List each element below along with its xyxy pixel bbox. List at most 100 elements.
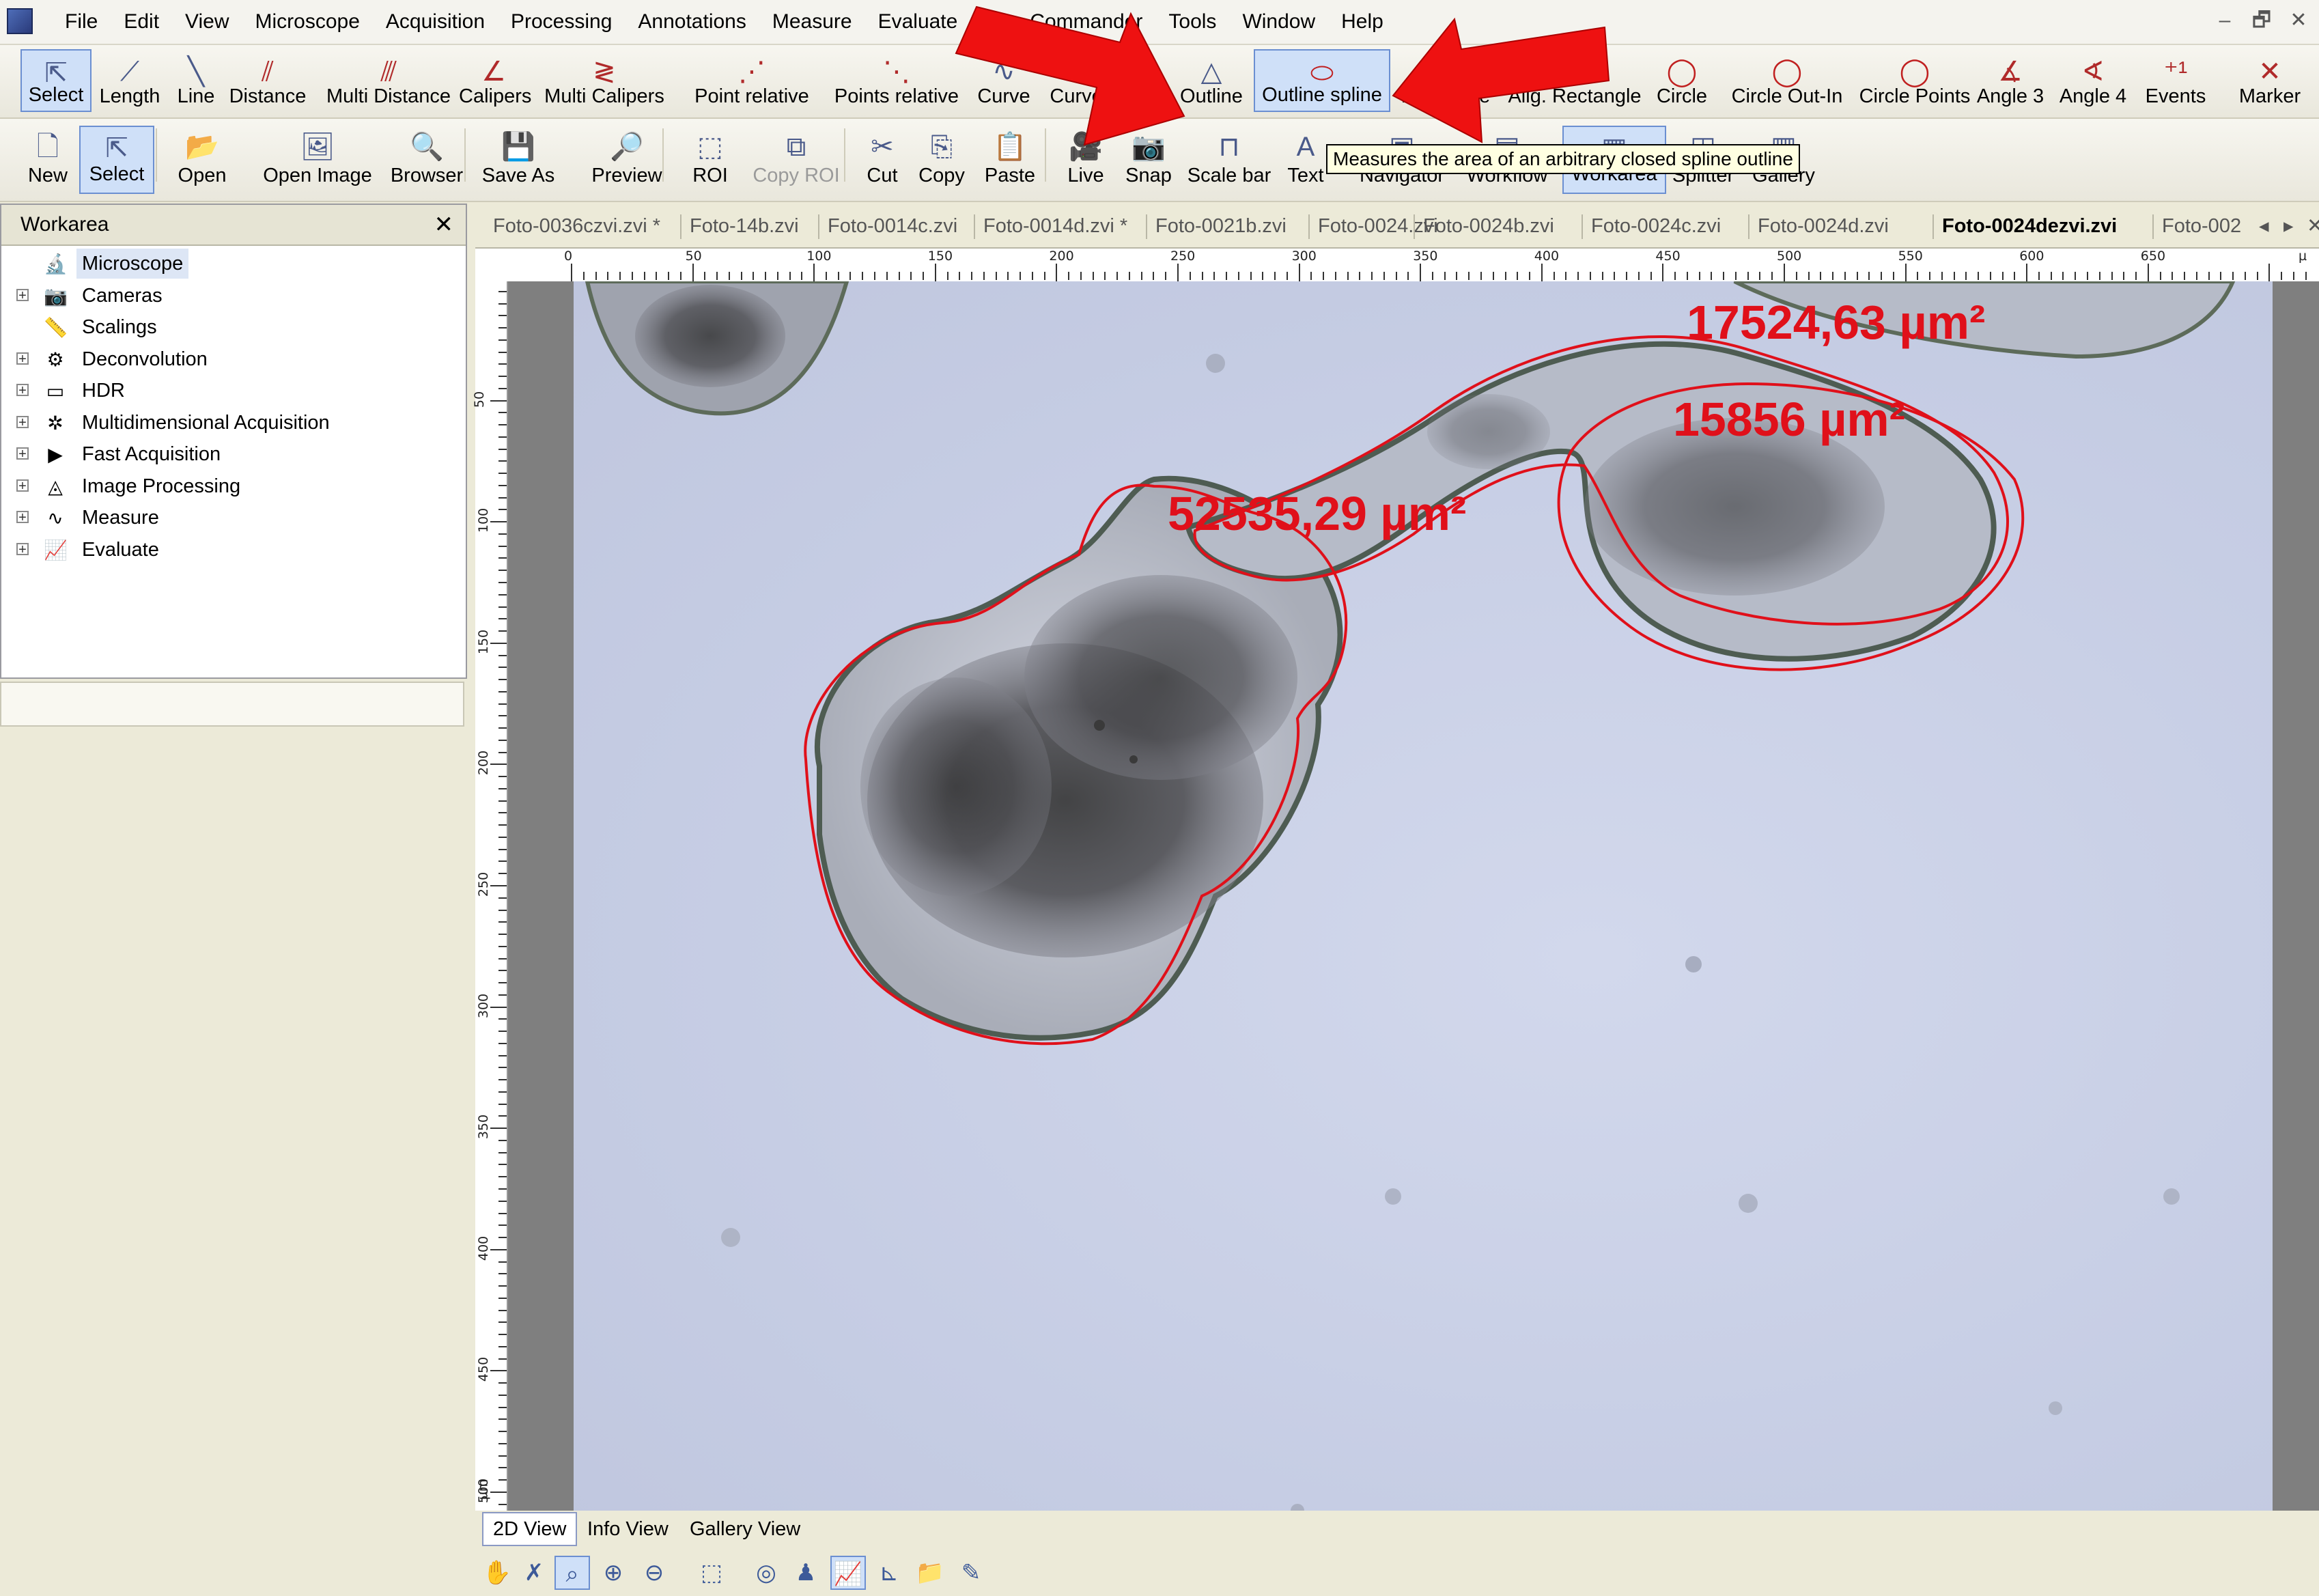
measure-overlay-icon[interactable]: 📈 xyxy=(830,1556,866,1590)
tool-paste-button[interactable]: 📋 Paste xyxy=(972,126,1048,194)
tool-marker-button[interactable]: ✕ Marker xyxy=(2227,49,2312,112)
tool-save-as-button[interactable]: 💾 Save As xyxy=(474,126,563,194)
menu-commander[interactable]: Commander xyxy=(1017,0,1155,44)
tool-points-relative-button[interactable]: ⋱ Points relative xyxy=(828,49,966,112)
menu-help[interactable]: Help xyxy=(1328,0,1396,44)
microscope-image[interactable]: 17524,63 µm² 15856 µm² 52535,29 µm² xyxy=(574,281,2273,1511)
tool-point-relative-button[interactable]: ⋰ Point relative xyxy=(680,49,824,112)
tool-scale-bar-button[interactable]: ⊓ Scale bar xyxy=(1181,126,1277,194)
document-tab[interactable]: Foto-0024b.zvi xyxy=(1423,205,1554,247)
menu-measure[interactable]: Measure xyxy=(759,0,865,44)
tool-rectangle-button[interactable]: ▭ Rectangle xyxy=(1393,49,1498,112)
document-tab[interactable]: Foto-0024.zvi xyxy=(1318,205,1438,247)
menu-annotations[interactable]: Annotations xyxy=(625,0,759,44)
tool-copy-roi-button[interactable]: ⧉ Copy ROI xyxy=(742,126,851,194)
tool-distance-button[interactable]: ⫽ Distance xyxy=(225,49,310,112)
tool-angle-4-button[interactable]: ∢ Angle 4 xyxy=(2055,49,2131,112)
expand-icon[interactable]: + xyxy=(16,447,29,461)
tool-calipers-button[interactable]: ∠ Calipers xyxy=(459,49,531,112)
document-tab[interactable]: Foto-0014c.zvi xyxy=(828,205,957,247)
document-tab[interactable]: Foto-0021b.zvi xyxy=(1155,205,1287,247)
expand-icon[interactable]: + xyxy=(16,542,29,557)
document-tab[interactable]: Foto-14b.zvi xyxy=(690,205,799,247)
tool-events-button[interactable]: ⁺¹ Events xyxy=(2137,49,2214,112)
expand-icon[interactable]: + xyxy=(16,288,29,303)
menu-acquisition[interactable]: Acquisition xyxy=(373,0,498,44)
tool-snap-button[interactable]: 📷 Snap xyxy=(1116,126,1181,194)
brush-icon[interactable]: ✎ xyxy=(953,1556,989,1590)
expand-icon[interactable]: + xyxy=(16,384,29,397)
view-tab-2d-view[interactable]: 2D View xyxy=(482,1512,578,1546)
tab-scroll-left-icon[interactable]: ◂ xyxy=(2259,205,2269,247)
document-tab[interactable]: Foto-002 xyxy=(2162,205,2241,247)
stamp-icon[interactable]: ♟ xyxy=(788,1556,824,1590)
region-select-icon[interactable]: ⬚ xyxy=(694,1556,729,1590)
tool-alig-rectangle-button[interactable]: ▱ Alig. Rectangle xyxy=(1502,49,1647,112)
zoom-select-icon[interactable]: ⌕ xyxy=(554,1556,590,1590)
ruler-tick xyxy=(1759,272,1761,280)
menu-file[interactable]: File xyxy=(52,0,111,44)
expand-icon[interactable]: + xyxy=(16,511,29,524)
tab-scroll-right-icon[interactable]: ▸ xyxy=(2283,205,2294,247)
tool-new-button[interactable]: 🗋 New xyxy=(20,126,75,194)
axis-icon[interactable]: ⊾ xyxy=(871,1556,907,1590)
document-tab[interactable]: Foto-0014d.zvi * xyxy=(983,205,1127,247)
tool-circle-out-in-button[interactable]: ◯ Circle Out-In xyxy=(1721,49,1853,112)
tool-open-button[interactable]: 📂 Open xyxy=(168,126,236,194)
expand-icon[interactable]: + xyxy=(16,479,29,493)
menu-processing[interactable]: Processing xyxy=(498,0,625,44)
tool-browser-button[interactable]: 🔍 Browser xyxy=(382,126,471,194)
tool-outline-button[interactable]: △ Outline xyxy=(1175,49,1248,112)
tool-select-button[interactable]: ⇱ Select xyxy=(20,49,92,112)
menu-window[interactable]: Window xyxy=(1229,0,1328,44)
tool-length-button[interactable]: ⟋ Length xyxy=(93,49,167,112)
document-tab[interactable]: Foto-0024d.zvi xyxy=(1758,205,1889,247)
zoom-out-icon[interactable]: ⊖ xyxy=(636,1556,672,1590)
tool-multi-calipers-button[interactable]: ≷ Multi Calipers xyxy=(533,49,676,112)
tool-line-button[interactable]: ╲ Line xyxy=(171,49,221,112)
close-window-icon[interactable]: ✕ xyxy=(2285,7,2312,34)
tool-open-image-button[interactable]: 🖼 Open Image xyxy=(259,126,376,194)
view-tab-info-view[interactable]: Info View xyxy=(578,1512,678,1546)
tool-outline-spline-button[interactable]: ⬭ Outline spline xyxy=(1254,49,1390,112)
target-icon[interactable]: ◎ xyxy=(748,1556,784,1590)
menu-tools[interactable]: Tools xyxy=(1155,0,1229,44)
restore-icon[interactable]: 🗗 xyxy=(2248,7,2275,34)
tool-circle-button[interactable]: ◯ Circle xyxy=(1653,49,1711,112)
folder-export-icon[interactable]: 📁 xyxy=(912,1556,948,1590)
view-tab-gallery-view[interactable]: Gallery View xyxy=(680,1512,810,1546)
document-tab[interactable]: Foto-0024dezvi.zvi xyxy=(1942,205,2117,247)
tab-close-icon[interactable]: ✕ xyxy=(2307,205,2319,247)
tool-curve-button[interactable]: ∿ Curve xyxy=(970,49,1038,112)
tool-live-button[interactable]: 🎥 Live xyxy=(1057,126,1114,194)
tool-circle-points-button[interactable]: ◯ Circle Points xyxy=(1857,49,1972,112)
expand-icon[interactable]: + xyxy=(16,415,29,430)
zoom-in-icon[interactable]: ⊕ xyxy=(595,1556,631,1590)
tool-copy-button[interactable]: ⎘ Copy xyxy=(912,126,971,194)
app-icon[interactable] xyxy=(7,8,33,34)
tool-curve-spline-button[interactable]: ∽ Curve spline xyxy=(1043,49,1166,112)
tree-item-label: Measure xyxy=(82,507,159,529)
document-tab[interactable]: Foto-0024c.zvi xyxy=(1591,205,1721,247)
menu-ar[interactable]: Ar xyxy=(970,0,1017,44)
tool-roi-button[interactable]: ⬚ ROI xyxy=(683,126,737,194)
delete-measure-icon[interactable]: ✗ xyxy=(516,1556,552,1590)
menu-edit[interactable]: Edit xyxy=(111,0,172,44)
close-icon[interactable]: ✕ xyxy=(434,205,454,244)
expand-icon[interactable]: + xyxy=(16,352,29,366)
tool-preview-button[interactable]: 🔎 Preview xyxy=(579,126,675,194)
tool-text-button[interactable]: A Text xyxy=(1278,126,1333,194)
tool-multi-distance-button[interactable]: ⫻ Multi Distance xyxy=(321,49,456,112)
menu-evaluate[interactable]: Evaluate xyxy=(865,0,971,44)
ruler-tick xyxy=(498,570,507,572)
image-viewport[interactable]: 17524,63 µm² 15856 µm² 52535,29 µm² xyxy=(508,281,2319,1511)
tool-angle-3-button[interactable]: ∡ Angle 3 xyxy=(1973,49,2047,112)
menu-microscope[interactable]: Microscope xyxy=(242,0,373,44)
ruler-tick xyxy=(498,1031,507,1033)
tool-select-button[interactable]: ⇱ Select xyxy=(79,126,154,194)
menu-view[interactable]: View xyxy=(172,0,242,44)
minimize-icon[interactable]: – xyxy=(2211,7,2238,34)
pan-hand-icon[interactable]: ✋ xyxy=(479,1556,515,1590)
document-tab[interactable]: Foto-0036czvi.zvi * xyxy=(493,205,660,247)
tool-cut-button[interactable]: ✂ Cut xyxy=(855,126,910,194)
